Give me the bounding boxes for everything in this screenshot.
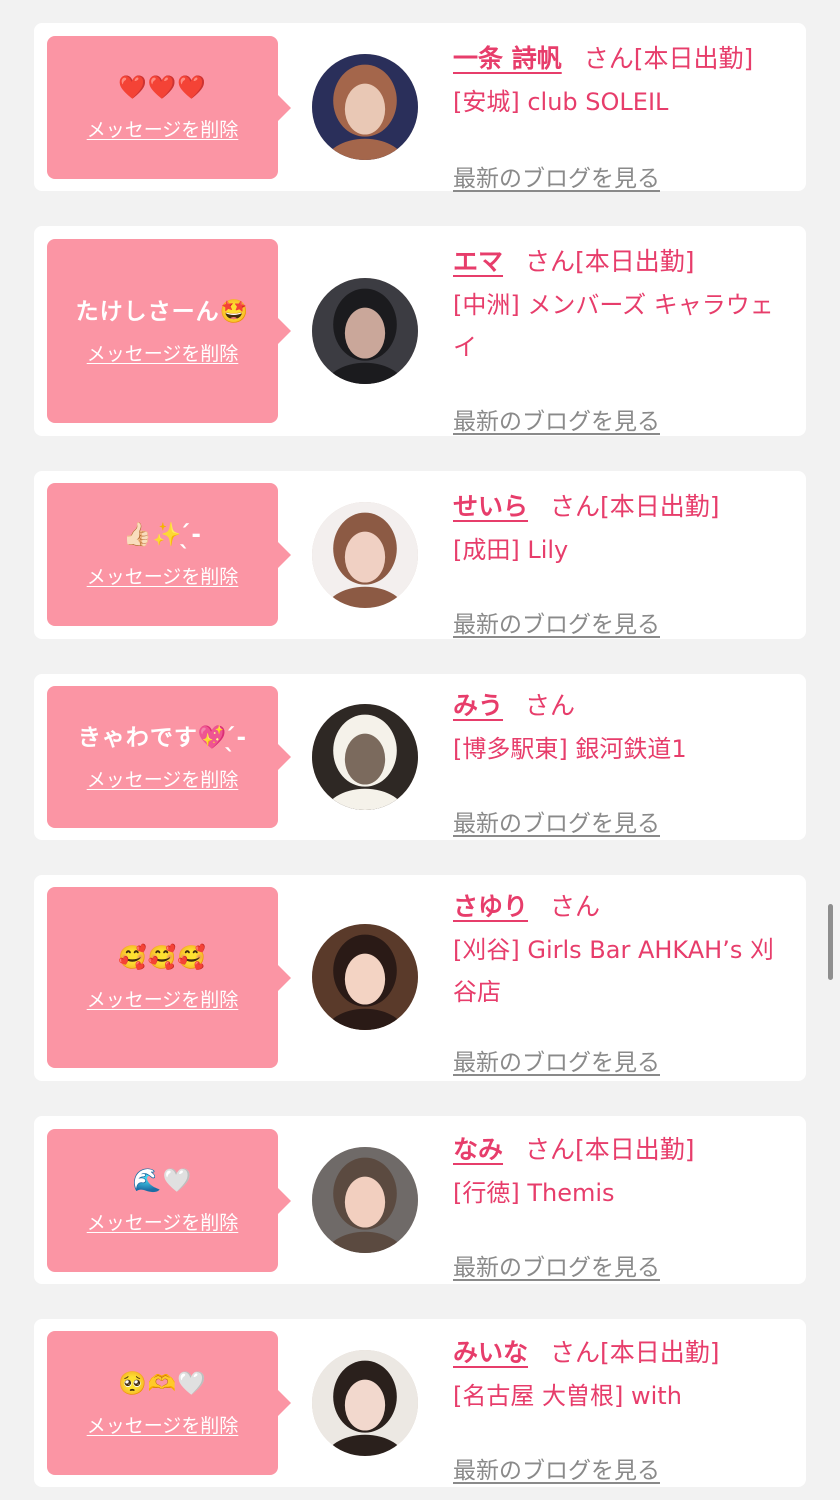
name-suffix: さん[本日出勤]: [583, 44, 754, 73]
delete-message-link[interactable]: メッセージを削除: [87, 1411, 239, 1438]
name-suffix: さん[本日出勤]: [525, 247, 695, 276]
message-text: 🌊🤍: [132, 1168, 193, 1194]
name-line: みう さん: [453, 686, 790, 726]
name-line: なみ さん[本日出勤]: [453, 1130, 790, 1170]
avatar-face: [344, 733, 386, 785]
profile-name-link[interactable]: みいな: [453, 1338, 528, 1367]
message-bubble: 🥰🥰🥰 メッセージを削除: [47, 887, 291, 1068]
avatar[interactable]: [312, 704, 418, 810]
shop-label: [刈谷] Girls Bar AHKAH’s 刈谷店: [453, 936, 774, 1006]
profile-info: みう さん [博多駅東] 銀河鉄道1 最新のブログを見る: [453, 686, 790, 837]
name-line: 一条 詩帆 さん[本日出勤]: [453, 39, 790, 79]
avatar[interactable]: [312, 54, 418, 160]
latest-blog-link[interactable]: 最新のブログを見る: [453, 159, 660, 193]
latest-blog-link[interactable]: 最新のブログを見る: [453, 1043, 660, 1077]
avatar-photo: [312, 278, 418, 384]
profile-name-link[interactable]: 一条 詩帆: [453, 44, 562, 73]
profile-info: エマ さん[本日出勤] [中洲] メンバーズ キャラウェイ 最新のブログを見る: [453, 242, 790, 435]
avatar[interactable]: [312, 278, 418, 384]
name-suffix: さん[本日出勤]: [550, 1338, 720, 1367]
avatar-photo: [312, 502, 418, 608]
latest-blog-link[interactable]: 最新のブログを見る: [453, 605, 660, 639]
scrollbar[interactable]: [828, 904, 833, 980]
message-text: 👍🏻✨ ̖́-: [123, 522, 202, 548]
message-bubble: ❤️❤️❤️ メッセージを削除: [47, 36, 291, 179]
avatar-face: [344, 83, 386, 135]
name-line: みいな さん[本日出勤]: [453, 1333, 790, 1373]
profile-info: 一条 詩帆 さん[本日出勤] [安城] club SOLEIL 最新のブログを見る: [453, 39, 790, 192]
delete-message-link[interactable]: メッセージを削除: [87, 115, 239, 142]
avatar-face: [344, 307, 386, 359]
avatar-face: [344, 1176, 386, 1228]
avatar[interactable]: [312, 1147, 418, 1253]
name-suffix: さん[本日出勤]: [550, 492, 720, 521]
name-suffix: さん[本日出勤]: [525, 1135, 695, 1164]
delete-message-link[interactable]: メッセージを削除: [87, 562, 239, 589]
shop-label: [博多駅東] 銀河鉄道1: [453, 735, 687, 763]
message-card: 🥰🥰🥰 メッセージを削除 さゆり さん [刈谷] Girls Bar AHKAH’…: [34, 875, 806, 1081]
profile-name-link[interactable]: みう: [453, 691, 503, 720]
name-suffix: さん: [525, 691, 576, 720]
message-card: 🥺🫶🤍 メッセージを削除 みいな さん[本日出勤] [名古屋 大曽根] with …: [34, 1319, 806, 1487]
message-text: 🥰🥰🥰: [118, 945, 207, 971]
avatar[interactable]: [312, 502, 418, 608]
shop-label: [行徳] Themis: [453, 1179, 615, 1207]
message-text: きゃわです💖 ̖́-: [77, 724, 248, 751]
avatar-photo: [312, 1350, 418, 1456]
shop-label: [安城] club SOLEIL: [453, 88, 669, 116]
avatar-face: [344, 953, 386, 1005]
message-bubble: 👍🏻✨ ̖́- メッセージを削除: [47, 483, 291, 626]
profile-info: なみ さん[本日出勤] [行徳] Themis 最新のブログを見る: [453, 1130, 790, 1281]
message-bubble: 🌊🤍 メッセージを削除: [47, 1129, 291, 1272]
name-line: エマ さん[本日出勤]: [453, 242, 790, 282]
delete-message-link[interactable]: メッセージを削除: [87, 985, 239, 1012]
latest-blog-link[interactable]: 最新のブログを見る: [453, 1451, 660, 1485]
message-bubble: たけしさーん🤩 メッセージを削除: [47, 239, 291, 423]
message-card: 🌊🤍 メッセージを削除 なみ さん[本日出勤] [行徳] Themis 最新のブロ…: [34, 1116, 806, 1284]
avatar-photo: [312, 1147, 418, 1253]
profile-name-link[interactable]: なみ: [453, 1135, 503, 1164]
message-card: きゃわです💖 ̖́- メッセージを削除 みう さん [博多駅東] 銀河鉄道1 最新…: [34, 674, 806, 840]
profile-info: さゆり さん [刈谷] Girls Bar AHKAH’s 刈谷店 最新のブログを…: [453, 887, 790, 1076]
message-card: ❤️❤️❤️ メッセージを削除 一条 詩帆 さん[本日出勤] [安城] club …: [34, 23, 806, 192]
shop-label: [中洲] メンバーズ キャラウェイ: [453, 291, 774, 361]
message-card: たけしさーん🤩 メッセージを削除 エマ さん[本日出勤] [中洲] メンバーズ キ…: [34, 226, 806, 436]
avatar-photo: [312, 54, 418, 160]
message-bubble: 🥺🫶🤍 メッセージを削除: [47, 1331, 291, 1475]
avatar[interactable]: [312, 924, 418, 1030]
avatar-photo: [312, 924, 418, 1030]
delete-message-link[interactable]: メッセージを削除: [87, 1208, 239, 1235]
profile-name-link[interactable]: さゆり: [453, 892, 528, 921]
message-text: たけしさーん🤩: [75, 298, 250, 325]
shop-label: [名古屋 大曽根] with: [453, 1382, 682, 1410]
avatar-face: [344, 1379, 386, 1431]
profile-info: みいな さん[本日出勤] [名古屋 大曽根] with 最新のブログを見る: [453, 1333, 790, 1484]
latest-blog-link[interactable]: 最新のブログを見る: [453, 1248, 660, 1282]
message-card: 👍🏻✨ ̖́- メッセージを削除 せいら さん[本日出勤] [成田] Lily 最…: [34, 471, 806, 639]
latest-blog-link[interactable]: 最新のブログを見る: [453, 804, 660, 838]
message-text: ❤️❤️❤️: [118, 75, 207, 101]
message-text: 🥺🫶🤍: [118, 1370, 207, 1397]
avatar-photo: [312, 704, 418, 810]
delete-message-link[interactable]: メッセージを削除: [87, 339, 239, 366]
name-line: さゆり さん: [453, 887, 790, 927]
profile-info: せいら さん[本日出勤] [成田] Lily 最新のブログを見る: [453, 487, 790, 638]
latest-blog-link[interactable]: 最新のブログを見る: [453, 402, 660, 436]
message-bubble: きゃわです💖 ̖́- メッセージを削除: [47, 686, 291, 828]
avatar-face: [344, 531, 386, 583]
profile-name-link[interactable]: エマ: [453, 247, 503, 276]
profile-name-link[interactable]: せいら: [453, 492, 528, 521]
name-suffix: さん: [550, 892, 601, 921]
shop-label: [成田] Lily: [453, 536, 569, 564]
avatar[interactable]: [312, 1350, 418, 1456]
name-line: せいら さん[本日出勤]: [453, 487, 790, 527]
delete-message-link[interactable]: メッセージを削除: [87, 765, 239, 792]
